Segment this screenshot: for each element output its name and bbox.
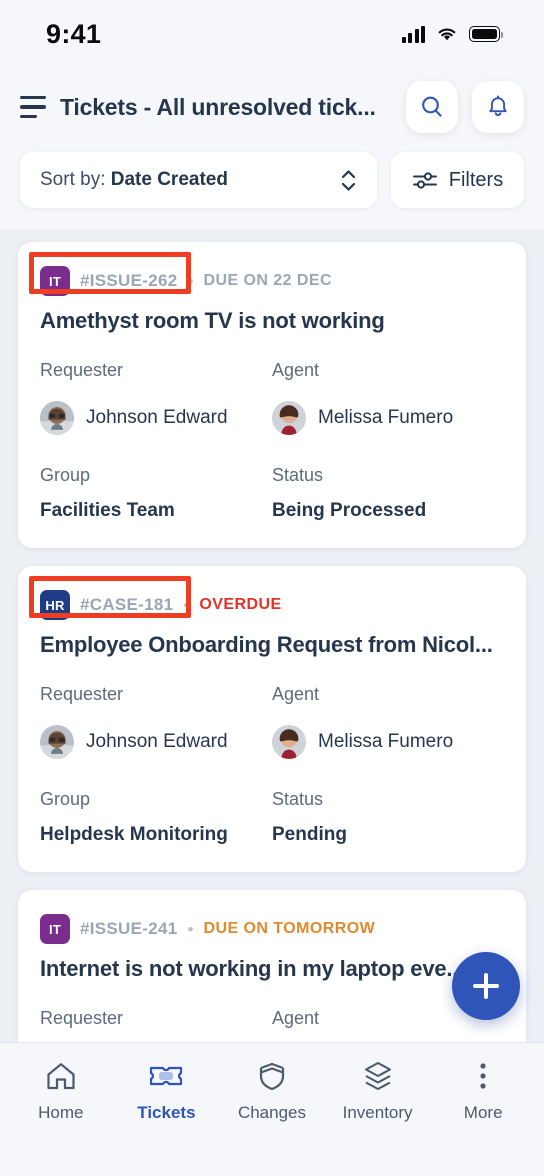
notifications-button[interactable] <box>472 81 524 133</box>
requester-name: Johnson Edward <box>86 731 228 752</box>
agent-person: Melissa Fumero <box>272 401 504 435</box>
ticket-title: Internet is not working in my laptop eve… <box>40 956 465 981</box>
wifi-icon <box>438 28 456 41</box>
ticket-title: Amethyst room TV is not working <box>40 308 385 333</box>
table-row[interactable]: HR #CASE-181 • OVERDUE Employee Onboardi… <box>18 566 526 872</box>
create-ticket-fab[interactable] <box>452 952 520 1020</box>
ticket-people: Requester Agent <box>40 1008 504 1029</box>
ticket-details: Group Status Helpdesk Monitoring Pending <box>40 789 504 846</box>
nav-item-inventory[interactable]: Inventory <box>330 1059 426 1123</box>
list-controls: Sort by: Date Created Filters <box>0 146 544 230</box>
nav-item-tickets[interactable]: Tickets <box>118 1059 214 1123</box>
status-badge: HR <box>40 590 70 620</box>
filters-button[interactable]: Filters <box>391 152 524 208</box>
page-title: Tickets - All unresolved tick... <box>60 93 376 120</box>
separator-dot: • <box>183 595 190 615</box>
separator-dot: • <box>187 271 194 291</box>
ticket-id: #ISSUE-262 <box>80 271 178 290</box>
sort-by-prefix: Sort by: <box>40 169 111 190</box>
signal-bars-icon <box>401 25 425 43</box>
status-badge: IT <box>40 266 70 296</box>
app-bar: Tickets - All unresolved tick... <box>0 68 544 146</box>
group-label: Group <box>40 789 91 809</box>
sort-by-text: Sort by: Date Created <box>40 169 228 191</box>
due-label: DUE ON TOMORROW <box>203 920 376 937</box>
due-label: DUE ON 22 DEC <box>203 272 332 289</box>
agent-name: Melissa Fumero <box>318 731 454 752</box>
nav-label: Inventory <box>342 1103 413 1122</box>
agent-person: Melissa Fumero <box>272 725 504 759</box>
ticket-id: #CASE-181 <box>80 595 174 614</box>
ticket-header: HR #CASE-181 • OVERDUE <box>40 590 504 620</box>
status-label: Status <box>272 465 324 485</box>
requester-label: Requester <box>40 684 124 704</box>
requester-name: Johnson Edward <box>86 407 228 428</box>
ticket-header: IT #ISSUE-262 • DUE ON 22 DEC <box>40 266 504 296</box>
table-row[interactable]: IT #ISSUE-241 • DUE ON TOMORROW Internet… <box>18 890 526 1042</box>
agent-label: Agent <box>272 684 320 704</box>
nav-label: Changes <box>237 1103 307 1122</box>
nav-label: Tickets <box>137 1103 196 1122</box>
status-label: Status <box>272 789 324 809</box>
sort-by-value: Date Created <box>110 169 228 190</box>
ticket-icon <box>148 1059 184 1093</box>
mobile-app-screen: 9:41 Tickets - All unresolved tick... So… <box>0 0 544 1176</box>
ticket-people: Requester Agent Johnson Edward Melissa F… <box>40 684 504 759</box>
hamburger-menu-icon[interactable] <box>20 96 46 118</box>
group-value: Helpdesk Monitoring <box>40 824 228 845</box>
separator-dot: • <box>187 919 194 939</box>
ticket-title: Employee Onboarding Request from Nicol..… <box>40 632 493 657</box>
home-icon <box>45 1059 77 1093</box>
sliders-icon <box>412 172 437 189</box>
nav-item-changes[interactable]: Changes <box>224 1059 320 1123</box>
table-row[interactable]: IT #ISSUE-262 • DUE ON 22 DEC Amethyst r… <box>18 242 526 548</box>
nav-label: Home <box>38 1103 84 1122</box>
filters-label: Filters <box>448 168 504 191</box>
ticket-header: IT #ISSUE-241 • DUE ON TOMORROW <box>40 914 504 944</box>
dots-vertical-icon <box>478 1059 488 1093</box>
status-bar: 9:41 <box>0 0 544 68</box>
requester-label: Requester <box>40 360 124 380</box>
avatar <box>272 401 306 435</box>
agent-label: Agent <box>272 360 320 380</box>
group-label: Group <box>40 465 91 485</box>
nav-item-home[interactable]: Home <box>13 1059 109 1123</box>
ticket-people: Requester Agent Johnson Edward Melissa F… <box>40 360 504 435</box>
group-value: Facilities Team <box>40 500 175 521</box>
avatar <box>40 725 74 759</box>
requester-label: Requester <box>40 1008 124 1028</box>
requester-person: Johnson Edward <box>40 401 272 435</box>
bottom-navigation: Home Tickets Changes Inventory More <box>0 1042 544 1176</box>
avatar <box>272 725 306 759</box>
status-value: Being Processed <box>272 500 427 521</box>
status-value: Pending <box>272 824 347 845</box>
ticket-details: Group Status Facilities Team Being Proce… <box>40 465 504 522</box>
sort-by-dropdown[interactable]: Sort by: Date Created <box>20 152 377 208</box>
search-icon <box>422 96 442 117</box>
search-button[interactable] <box>406 81 458 133</box>
agent-name: Melissa Fumero <box>318 407 454 428</box>
status-badge: IT <box>40 914 70 944</box>
ticket-id: #ISSUE-241 <box>80 919 178 938</box>
chevron-up-down-icon <box>340 169 357 192</box>
requester-person: Johnson Edward <box>40 725 272 759</box>
due-label: OVERDUE <box>199 596 282 613</box>
status-bar-icons <box>401 25 504 43</box>
layers-icon <box>362 1059 394 1093</box>
status-bar-time: 9:41 <box>46 18 102 49</box>
avatar <box>40 401 74 435</box>
ticket-list[interactable]: IT #ISSUE-262 • DUE ON 22 DEC Amethyst r… <box>0 230 544 1042</box>
battery-full-icon <box>469 26 504 42</box>
nav-item-more[interactable]: More <box>435 1059 531 1123</box>
shield-icon <box>257 1059 287 1093</box>
nav-label: More <box>463 1103 503 1122</box>
bell-icon <box>489 95 507 116</box>
